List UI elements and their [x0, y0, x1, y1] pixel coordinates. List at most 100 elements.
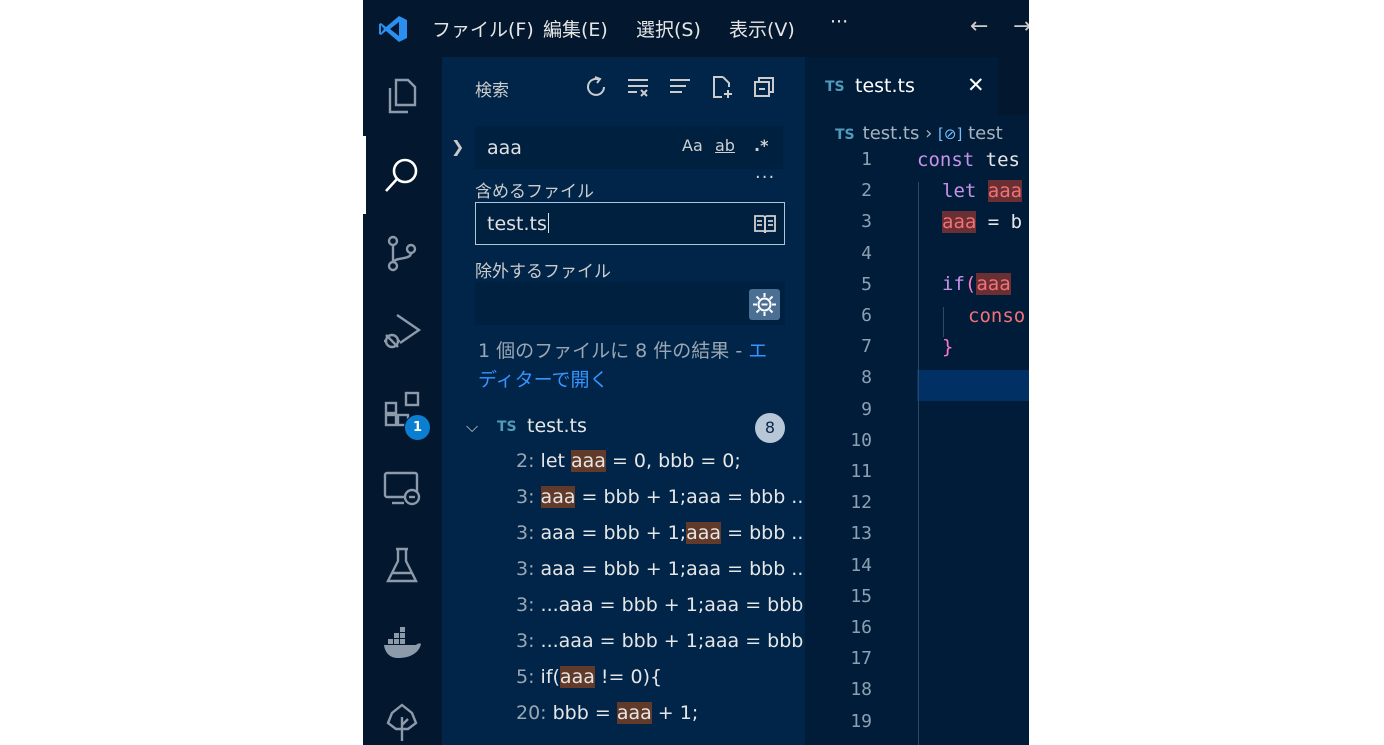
- match-text: = 0, bbb = 0;: [605, 450, 741, 472]
- code-line-2: let aaa: [942, 180, 1023, 202]
- current-line-highlight: [917, 370, 1029, 401]
- menu-file[interactable]: ファイル(F): [432, 15, 534, 42]
- line-number: 18: [850, 679, 872, 701]
- activity-tree[interactable]: [363, 682, 442, 745]
- match-result-row[interactable]: 2: let aaa = 0, bbb = 0;: [516, 450, 741, 472]
- forward-arrow-icon[interactable]: →: [1013, 14, 1029, 39]
- match-result-row[interactable]: 5: if(aaa != 0){: [516, 666, 662, 688]
- include-files-label: 含めるファイル: [475, 182, 594, 202]
- match-result-row[interactable]: 3: ...aaa = bbb + 1;aaa = bbb...: [516, 594, 822, 616]
- tab-bar: TS test.ts ✕: [805, 57, 1029, 115]
- line-number: 1: [861, 149, 872, 170]
- editor-area: TS test.ts ✕ TS test.ts › [⊘] test 123456…: [805, 57, 1029, 745]
- result-summary-text: 1 個のファイルに 8 件の結果 -: [478, 340, 749, 362]
- collapse-all-icon[interactable]: [667, 74, 693, 100]
- activity-testing[interactable]: [363, 526, 442, 604]
- use-regex-button[interactable]: .*: [754, 136, 768, 155]
- testing-icon: [386, 547, 418, 583]
- match-result-row[interactable]: 3: ...aaa = bbb + 1;aaa = bbb...: [516, 630, 822, 652]
- typescript-file-icon: TS: [835, 127, 855, 143]
- search-sidebar: 検索 ❯ aaa Aa ab .* ··· 含めるファイル test.ts 除外…: [442, 57, 822, 745]
- include-files-input[interactable]: test.ts: [475, 202, 785, 245]
- tab-test-ts[interactable]: TS test.ts ✕: [805, 57, 998, 115]
- line-number: 3: [861, 211, 872, 233]
- run-debug-icon: [384, 314, 422, 349]
- refresh-icon[interactable]: [583, 74, 609, 100]
- match-result-row[interactable]: 3: aaa = bbb + 1;aaa = bbb ...: [516, 486, 809, 508]
- line-number: 6: [861, 305, 872, 326]
- match-text: = bbb + 1;aaa = bbb ...: [575, 486, 810, 508]
- line-number: 5: [861, 273, 872, 295]
- exclude-files-label: 除外するファイル: [475, 262, 611, 282]
- match-result-row[interactable]: 3: aaa = bbb + 1;aaa = bbb ...: [516, 558, 809, 580]
- match-line-number: 2:: [516, 450, 535, 472]
- search-icon: [385, 158, 418, 192]
- code-view[interactable]: const tes let aaa aaa = b if(aaa conso }: [917, 149, 1029, 358]
- menu-more[interactable]: ···: [830, 11, 848, 33]
- match-line-number: 3:: [516, 486, 535, 508]
- vscode-window: ファイル(F) 編集(E) 選択(S) 表示(V) ··· ← → 1 検索 ❯…: [363, 0, 1029, 745]
- include-files-value[interactable]: test.ts: [487, 213, 549, 235]
- match-text: != 0){: [594, 666, 663, 688]
- line-number: 4: [861, 242, 872, 264]
- toggle-search-details-button[interactable]: ···: [755, 167, 775, 188]
- vscode-logo-icon[interactable]: [378, 14, 408, 44]
- line-number: 2: [861, 180, 872, 202]
- menu-selection[interactable]: 選択(S): [636, 15, 701, 42]
- match-result-row[interactable]: 20: bbb = aaa + 1;: [516, 702, 698, 724]
- match-highlight: aaa: [540, 486, 576, 508]
- match-text: if(: [534, 666, 560, 688]
- activity-source-control[interactable]: [363, 214, 442, 292]
- new-search-editor-icon[interactable]: [709, 74, 735, 100]
- explorer-icon: [388, 78, 417, 114]
- code-line-7: }: [942, 336, 954, 358]
- menu-edit[interactable]: 編集(E): [543, 15, 608, 42]
- match-highlight: aaa: [559, 666, 595, 688]
- typescript-file-icon: TS: [497, 419, 517, 435]
- activity-remote-explorer[interactable]: [363, 448, 442, 526]
- activity-explorer[interactable]: [363, 57, 442, 135]
- match-line-number: 3:: [516, 558, 535, 580]
- line-number: 8: [861, 367, 872, 389]
- activity-run-debug[interactable]: [363, 292, 442, 370]
- line-number: 7: [861, 336, 872, 358]
- line-number: 14: [850, 554, 872, 576]
- match-line-number: 5:: [516, 666, 535, 688]
- sidebar-title: 検索: [475, 81, 509, 101]
- match-text: aaa = bbb + 1;aaa = bbb ...: [534, 558, 810, 580]
- clear-results-icon[interactable]: [625, 74, 651, 100]
- result-file-name[interactable]: test.ts: [527, 415, 587, 437]
- extensions-badge: 1: [404, 414, 431, 441]
- match-result-row[interactable]: 3: aaa = bbb + 1;aaa = bbb ...: [516, 522, 809, 544]
- breadcrumb-separator: ›: [925, 123, 933, 144]
- exclude-files-input[interactable]: [475, 282, 785, 325]
- toggle-replace-chevron-icon[interactable]: ❯: [451, 137, 464, 156]
- view-as-tree-icon[interactable]: [751, 74, 777, 100]
- line-number: 9: [861, 398, 872, 420]
- match-line-number: 3:: [516, 594, 535, 616]
- gear-icon: [753, 293, 776, 316]
- close-icon[interactable]: ✕: [967, 73, 985, 97]
- match-text: bbb =: [546, 702, 617, 724]
- open-editors-only-book-icon[interactable]: [753, 213, 777, 235]
- line-number: 11: [850, 461, 872, 482]
- breadcrumb-symbol[interactable]: test: [968, 123, 1003, 144]
- line-number: 10: [850, 429, 872, 451]
- menu-view[interactable]: 表示(V): [729, 15, 795, 42]
- activity-search[interactable]: [363, 136, 442, 214]
- activity-docker[interactable]: [363, 604, 442, 682]
- breadcrumb: TS test.ts › [⊘] test: [835, 123, 1003, 144]
- source-control-icon: [387, 235, 417, 272]
- breadcrumb-file[interactable]: test.ts: [863, 123, 920, 144]
- title-bar: ファイル(F) 編集(E) 選択(S) 表示(V) ··· ← →: [363, 0, 1029, 57]
- activity-extensions[interactable]: [363, 370, 442, 448]
- collapse-file-chevron-icon[interactable]: ⌵: [466, 417, 478, 437]
- search-input[interactable]: aaa Aa ab .*: [475, 126, 783, 169]
- match-case-button[interactable]: Aa: [682, 136, 703, 155]
- back-arrow-icon[interactable]: ←: [970, 14, 988, 39]
- line-number: 16: [850, 617, 872, 638]
- search-input-value[interactable]: aaa: [487, 137, 522, 159]
- use-exclude-settings-button[interactable]: [749, 289, 780, 320]
- match-text: + 1;: [651, 702, 699, 724]
- match-whole-word-button[interactable]: ab: [715, 136, 735, 155]
